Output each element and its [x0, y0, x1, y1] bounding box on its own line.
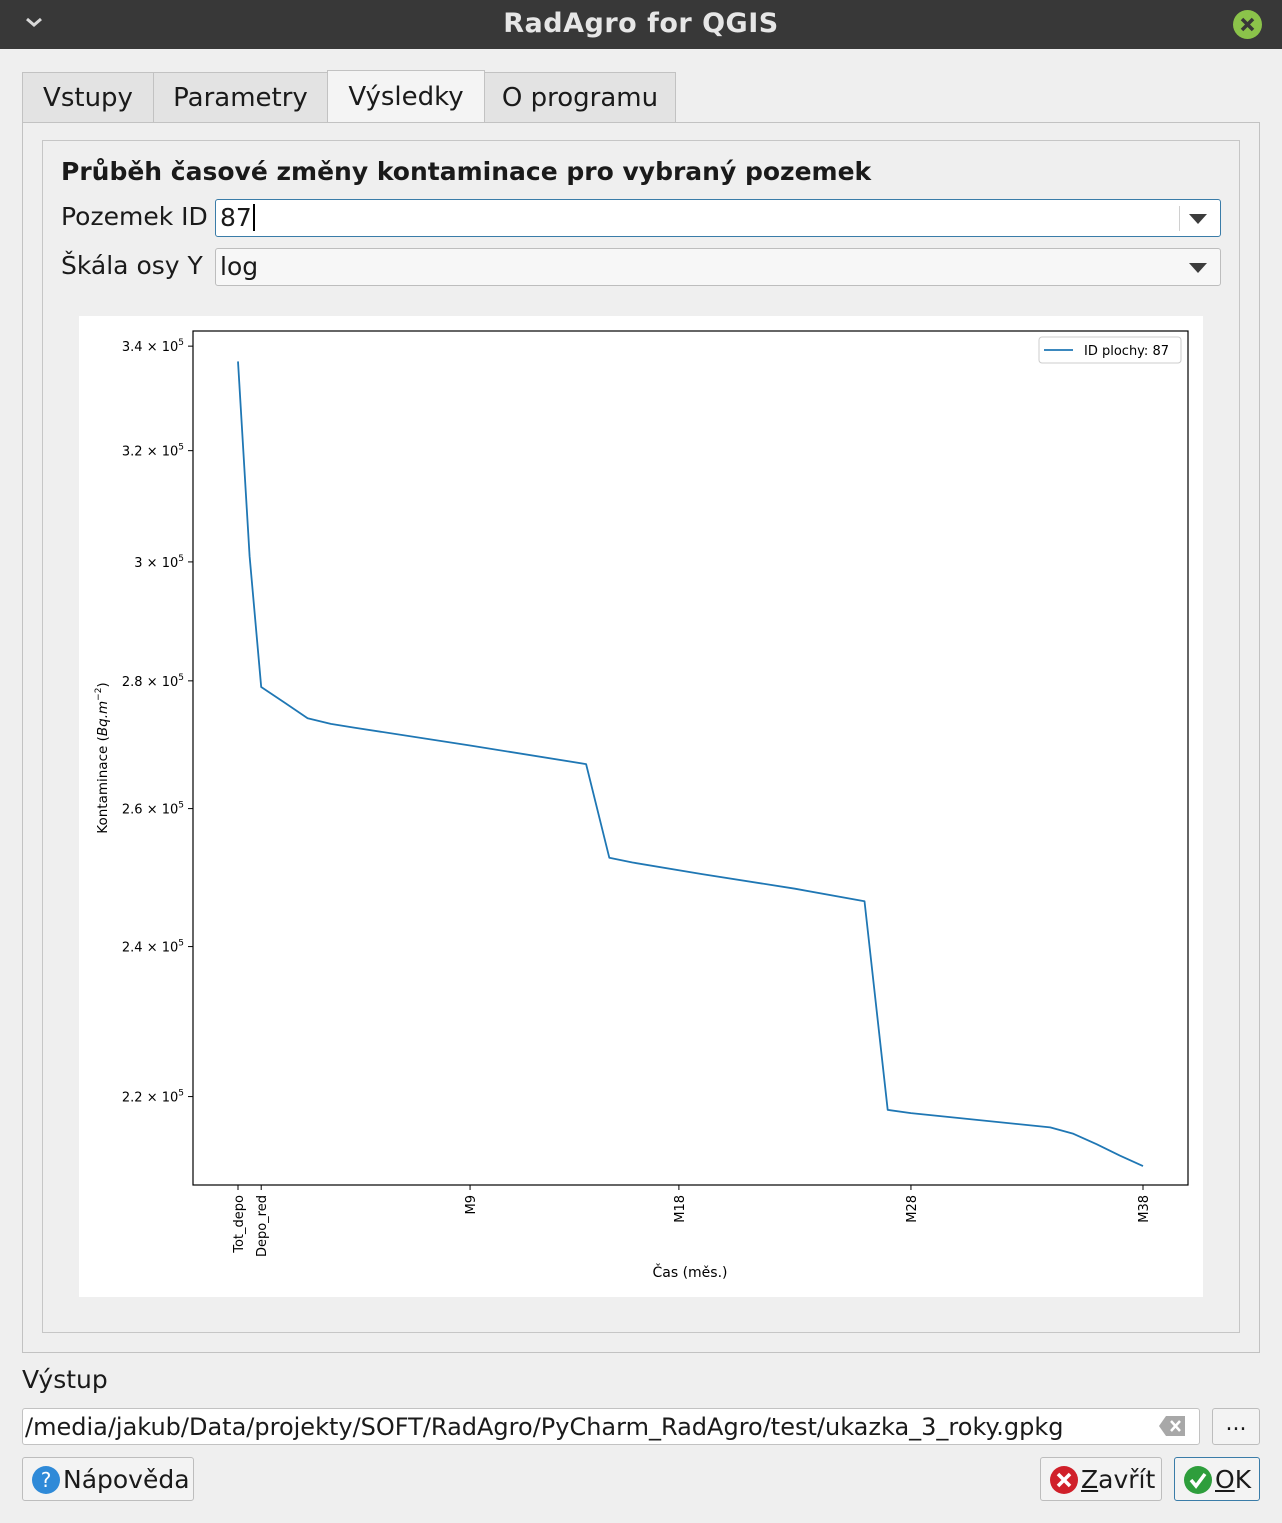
y-scale-combobox[interactable]: log: [215, 248, 1221, 286]
y-axis-label: Kontaminace (Bq.m−2): [94, 682, 111, 833]
x-tick-label: M38: [1137, 1195, 1152, 1223]
tab-label: Výsledky: [348, 82, 464, 112]
y-tick-label: 2.4 × 105: [122, 939, 184, 956]
title-bar: RadAgro for QGIS: [0, 0, 1282, 49]
tab-vstupy[interactable]: Vstupy: [22, 72, 154, 122]
svg-text:?: ?: [41, 1468, 52, 1492]
y-tick-label: 3.4 × 105: [122, 338, 184, 355]
close-mnemonic: Z: [1081, 1465, 1099, 1494]
x-tick-label: M18: [673, 1195, 688, 1223]
tab-label: Vstupy: [43, 83, 133, 113]
clear-text-icon[interactable]: [1158, 1415, 1186, 1437]
x-axis-ticks: Tot_depo Depo_red M9 M18 M28 M38: [232, 1185, 1152, 1257]
tab-vysledky[interactable]: Výsledky: [327, 70, 485, 122]
output-label: Výstup: [22, 1365, 108, 1394]
tab-parametry[interactable]: Parametry: [153, 72, 328, 122]
ok-button[interactable]: OK: [1174, 1457, 1260, 1501]
tab-label: O programu: [501, 83, 659, 113]
y-tick-label: 2.8 × 105: [122, 673, 184, 690]
x-axis-label: Čas (měs.): [652, 1263, 727, 1281]
legend: ID plochy: 87: [1038, 336, 1182, 364]
combo-divider: [1179, 206, 1180, 231]
y-tick-label: 3.2 × 105: [122, 443, 184, 460]
ok-button-label: OK: [1215, 1465, 1251, 1494]
close-button[interactable]: Zavřít: [1040, 1457, 1162, 1501]
checkmark-icon: [1184, 1466, 1212, 1494]
window-title: RadAgro for QGIS: [503, 8, 779, 39]
parcel-id-value: 87: [220, 203, 252, 232]
ok-label-rest: K: [1234, 1465, 1252, 1494]
close-button-label: Zavřít: [1081, 1465, 1155, 1494]
tab-o-programu[interactable]: O programu: [484, 72, 676, 122]
help-button-label: Nápověda: [63, 1465, 190, 1494]
parcel-id-combobox[interactable]: 87: [215, 199, 1221, 237]
text-cursor: [252, 204, 255, 231]
x-tick-label: Tot_depo: [232, 1195, 247, 1254]
results-heading: Průběh časové změny kontaminace pro vybr…: [61, 157, 872, 186]
chevron-down-icon[interactable]: [1189, 214, 1207, 224]
parcel-id-label: Pozemek ID: [61, 202, 208, 231]
y-tick-label: 2.6 × 105: [122, 801, 184, 818]
contamination-chart: 2.2 × 105 2.4 × 105 2.6 × 105 2.8 × 105 3 × …: [94, 330, 1189, 1281]
legend-label: ID plochy: 87: [1084, 344, 1169, 359]
window-close-button[interactable]: [1233, 10, 1262, 39]
browse-button[interactable]: ...: [1212, 1408, 1260, 1445]
cancel-icon: [1050, 1466, 1078, 1494]
y-scale-label: Škála osy Y: [61, 251, 203, 280]
chart-canvas: 2.2 × 105 2.4 × 105 2.6 × 105 2.8 × 105 3 × …: [79, 316, 1203, 1297]
chevron-down-icon[interactable]: [1189, 263, 1207, 273]
help-button[interactable]: ? Nápověda: [22, 1457, 194, 1501]
tab-label: Parametry: [173, 83, 308, 113]
y-tick-label: 2.2 × 105: [122, 1089, 184, 1106]
x-tick-label: M9: [464, 1195, 479, 1215]
plot-area-frame: [192, 330, 1189, 1186]
output-path-input[interactable]: /media/jakub/Data/projekty/SOFT/RadAgro/…: [22, 1408, 1200, 1445]
close-label-rest: avřít: [1098, 1465, 1156, 1494]
ok-mnemonic: O: [1215, 1465, 1235, 1494]
x-tick-label: M28: [905, 1195, 920, 1223]
close-icon: [1240, 17, 1255, 32]
help-icon: ?: [32, 1466, 60, 1494]
y-axis-ticks: 2.2 × 105 2.4 × 105 2.6 × 105 2.8 × 105 3 × …: [122, 338, 193, 1106]
x-tick-label: Depo_red: [255, 1195, 270, 1257]
y-scale-value: log: [220, 252, 259, 281]
y-tick-label: 3 × 105: [134, 554, 184, 571]
